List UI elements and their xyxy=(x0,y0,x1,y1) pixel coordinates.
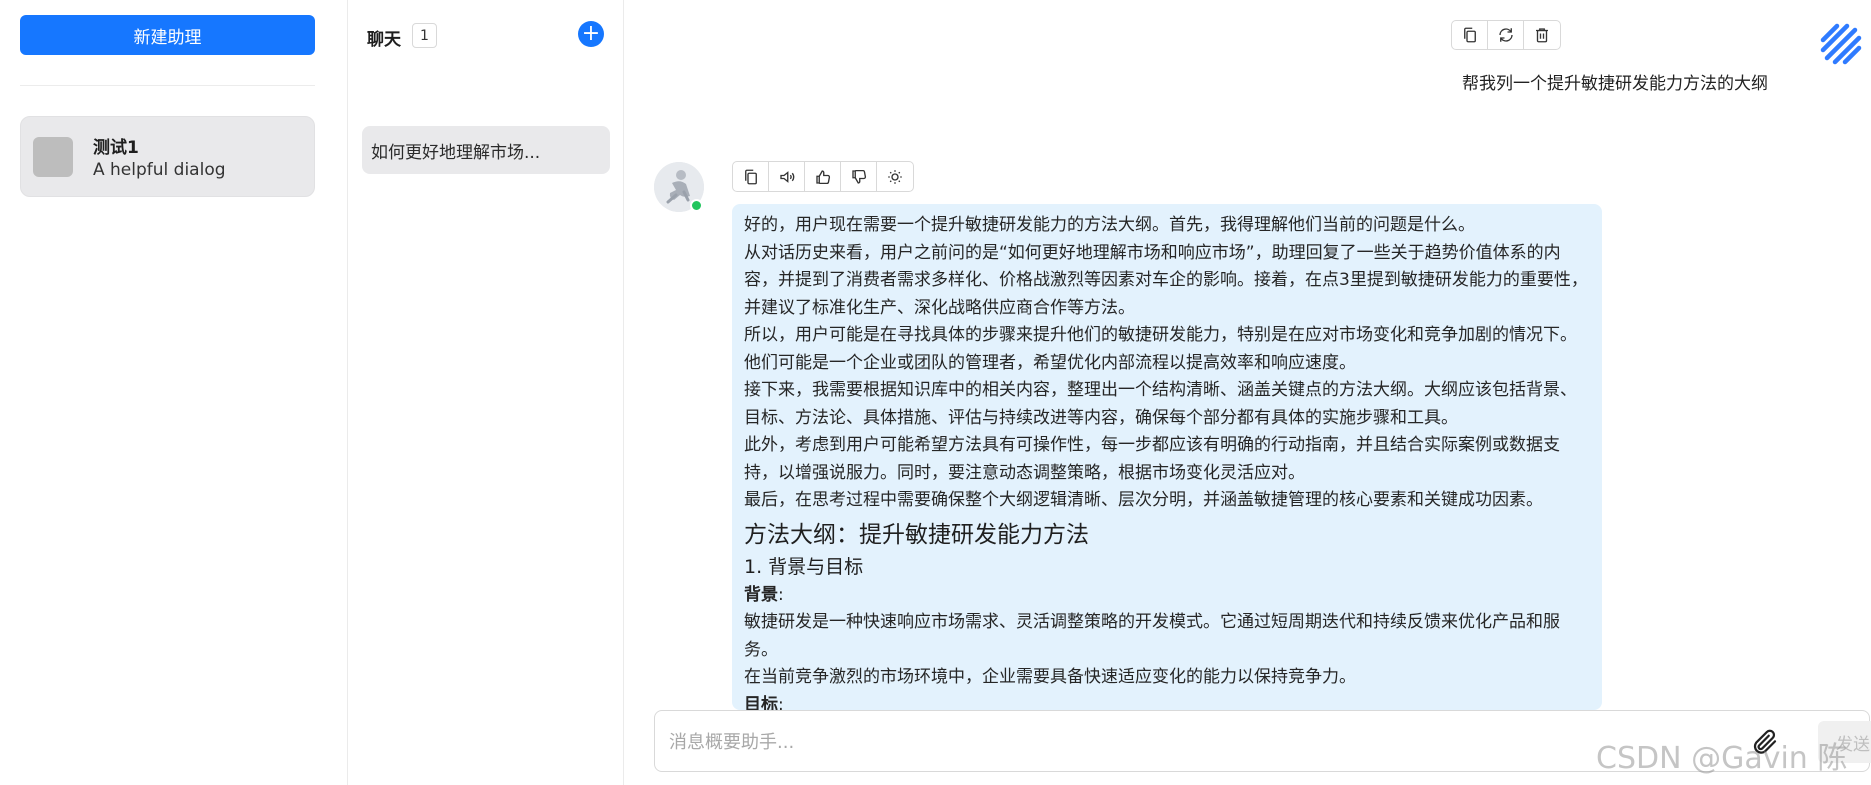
copy-button[interactable] xyxy=(733,162,769,191)
user-message-actions xyxy=(1451,20,1561,50)
section-heading: 1. 背景与目标 xyxy=(744,555,864,578)
divider xyxy=(20,85,315,86)
chats-panel: 聊天 1 + 如何更好地理解市场... xyxy=(348,0,624,785)
insight-button[interactable] xyxy=(877,162,913,191)
chats-title: 聊天 xyxy=(367,30,401,50)
user-message: 帮我列一个提升敏捷研发能力方法的大纲 xyxy=(1462,74,1768,94)
delete-icon xyxy=(1536,28,1548,43)
bot-paragraph: 所以，用户可能是在寻找具体的步骤来提升他们的敏捷研发能力，特别是在应对市场变化和… xyxy=(744,325,1577,373)
plus-icon: + xyxy=(581,21,601,46)
assistant-avatar xyxy=(33,137,73,177)
bot-paragraph: 在当前竞争激烈的市场环境中，企业需要具备快速适应变化的能力以保持竞争力。 xyxy=(744,667,1356,687)
bot-paragraph: 接下来，我需要根据知识库中的相关内容，整理出一个结构清晰、涵盖关键点的方法大纲。… xyxy=(744,380,1577,428)
background-label-line: 背景: xyxy=(744,582,1592,610)
assistant-description: A helpful dialog xyxy=(93,160,226,180)
copy-button[interactable] xyxy=(1452,21,1488,49)
read-aloud-button[interactable] xyxy=(769,162,805,191)
bot-message: 好的，用户现在需要一个提升敏捷研发能力的方法大纲。首先，我得理解他们当前的问题是… xyxy=(732,204,1602,710)
copy-icon xyxy=(744,169,757,184)
attach-button[interactable] xyxy=(1750,727,1780,757)
lightbulb-icon xyxy=(888,169,902,184)
paperclip-icon xyxy=(1753,729,1777,754)
chat-list-item[interactable]: 如何更好地理解市场... xyxy=(362,126,610,174)
copy-icon xyxy=(1463,27,1476,43)
chat-main: 帮我列一个提升敏捷研发能力方法的大纲 好的，用户现在需要一个提升敏捷研发能力的方… xyxy=(624,0,1871,785)
dislike-button[interactable] xyxy=(841,162,877,191)
bot-paragraph: 此外，考虑到用户可能希望方法具有可操作性，每一步都应该有明确的行动指南，并且结合… xyxy=(744,435,1560,483)
bot-paragraph: 好的，用户现在需要一个提升敏捷研发能力的方法大纲。首先，我得理解他们当前的问题是… xyxy=(744,215,1475,235)
goal-label-line: 目标: xyxy=(744,692,1592,711)
add-chat-button[interactable]: + xyxy=(578,21,604,47)
bot-paragraph: 最后，在思考过程中需要确保整个大纲逻辑清晰、层次分明，并涵盖敏捷管理的核心要素和… xyxy=(744,490,1543,510)
thumbs-up-icon xyxy=(815,169,830,184)
like-button[interactable] xyxy=(805,162,841,191)
new-assistant-button[interactable]: 新建助理 xyxy=(20,15,315,55)
bot-paragraph: 从对话历史来看，用户之前问的是“如何更好地理解市场和响应市场”，助理回复了一些关… xyxy=(744,242,1588,318)
background-label: 背景 xyxy=(744,584,778,605)
delete-button[interactable] xyxy=(1524,21,1560,49)
assistant-item[interactable]: 测试1 A helpful dialog xyxy=(20,116,315,197)
thumbs-down-icon xyxy=(851,169,866,184)
outline-title: 方法大纲：提升敏捷研发能力方法 xyxy=(744,521,1089,548)
online-status-dot xyxy=(690,199,703,212)
refresh-icon xyxy=(1498,28,1513,42)
chats-count-badge: 1 xyxy=(412,23,437,48)
speaker-icon xyxy=(779,170,794,183)
bot-paragraph: 敏捷研发是一种快速响应市场需求、灵活调整策略的开发模式。它通过短周期迭代和持续反… xyxy=(744,612,1560,660)
label-colon: : xyxy=(778,694,784,711)
bot-message-actions xyxy=(732,161,914,192)
goal-label: 目标 xyxy=(744,694,778,711)
app: 新建助理 测试1 A helpful dialog 聊天 1 + 如何更好地理解… xyxy=(0,0,1871,785)
striped-avatar-icon xyxy=(1820,23,1862,65)
assistant-name: 测试1 xyxy=(93,138,139,158)
send-button[interactable]: 发送 xyxy=(1818,721,1871,763)
label-colon: : xyxy=(778,584,784,605)
regenerate-button[interactable] xyxy=(1488,21,1524,49)
message-composer: 发送 xyxy=(654,710,1871,772)
message-input[interactable] xyxy=(669,727,1709,757)
assistants-panel: 新建助理 测试1 A helpful dialog xyxy=(0,0,348,785)
user-avatar xyxy=(1817,20,1865,68)
